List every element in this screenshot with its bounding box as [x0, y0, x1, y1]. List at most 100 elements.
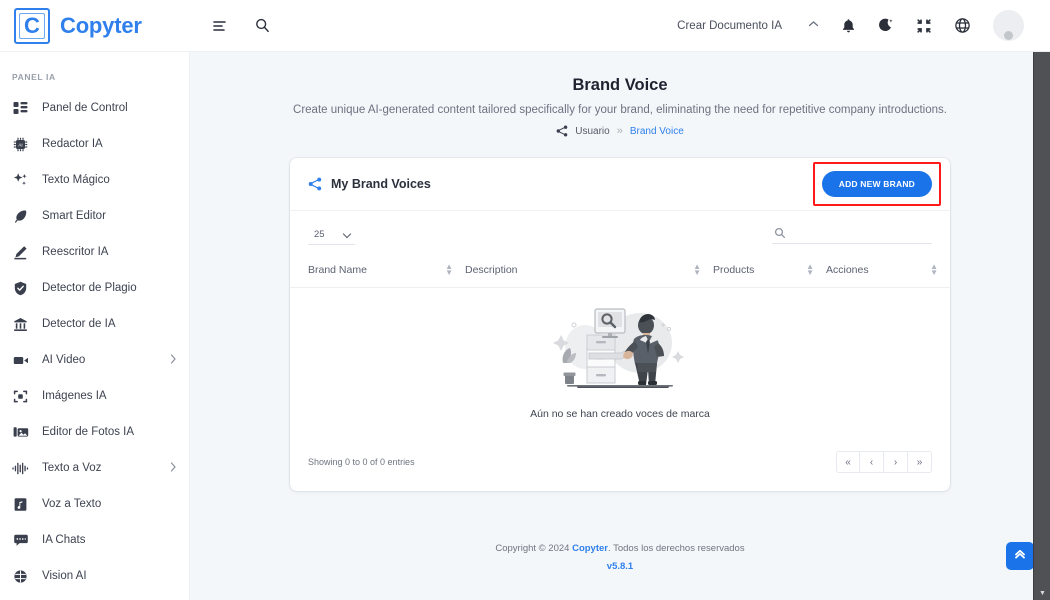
sort-icon[interactable]: ▲ ▼ — [806, 263, 826, 276]
sidebar-item-label: Editor de Fotos IA — [42, 426, 135, 438]
sidebar-item-voz-a-texto[interactable]: Voz a Texto — [0, 486, 189, 522]
showing-entries-text: Showing 0 to 0 of 0 entries — [308, 457, 415, 467]
page-length-select[interactable]: 25 — [308, 226, 355, 245]
copyright-line: Copyright © 2024 Copyter. Todos los dere… — [190, 543, 1050, 554]
empty-state: Aún no se han creado voces de marca — [290, 288, 950, 445]
sidebar-item-label: Voz a Texto — [42, 498, 102, 510]
brand-logo-block[interactable]: C Copyter — [0, 7, 190, 44]
sidebar-item-detector-de-ia[interactable]: Detector de IA — [0, 306, 189, 342]
top-navbar: C Copyter Crear Documento IA — [0, 0, 1050, 52]
chat-icon — [12, 532, 29, 549]
add-brand-button-wrapper: ADD NEW BRAND — [812, 162, 941, 206]
sidebar-item-ia-chats[interactable]: IA Chats — [0, 522, 189, 558]
page-footer: Copyright © 2024 Copyter. Todos los dere… — [190, 543, 1050, 572]
avatar[interactable] — [993, 10, 1024, 41]
card-title: My Brand Voices — [331, 177, 431, 191]
page-header: Brand Voice Create unique AI-generated c… — [190, 52, 1050, 137]
table-header-row: Brand Name ▲ ▼ Description ▲ ▼ Products … — [290, 251, 950, 288]
feather-icon — [12, 208, 29, 225]
sparkles-icon — [12, 172, 29, 189]
logo-letter: C — [24, 12, 40, 38]
sidebar-section-label: PANEL IA — [12, 72, 56, 82]
topbar-left-icons — [190, 17, 271, 34]
logo-square-icon: C — [14, 7, 50, 44]
column-products[interactable]: Products ▲ ▼ — [713, 251, 826, 288]
copyright-brand[interactable]: Copyter — [572, 543, 608, 554]
column-label: Acciones — [826, 264, 869, 276]
column-brand-name[interactable]: Brand Name ▲ ▼ — [290, 251, 465, 288]
main-content: Brand Voice Create unique AI-generated c… — [190, 52, 1050, 600]
breadcrumb-root[interactable]: Usuario — [575, 126, 609, 137]
breadcrumb-current[interactable]: Brand Voice — [630, 126, 684, 137]
browser-scrollbar[interactable]: ▲ ▼ — [1033, 0, 1050, 600]
empty-state-message: Aún no se han creado voces de marca — [530, 408, 710, 420]
sidebar-item-label: Vision AI — [42, 570, 87, 582]
share-nodes-icon — [556, 125, 568, 137]
column-label: Products — [713, 264, 755, 276]
search-input[interactable] — [793, 227, 930, 239]
table-body: Aún no se han creado voces de marca — [290, 288, 950, 446]
ai-chip-icon: AI — [12, 136, 29, 153]
sidebar-item-texto-magico[interactable]: Texto Mágico — [0, 162, 189, 198]
sidebar: PANEL IA Panel de Control AI Redactor IA… — [0, 52, 190, 600]
scrollbar-down-arrow-icon[interactable]: ▼ — [1034, 586, 1050, 600]
globe-icon[interactable] — [954, 17, 971, 34]
prev-page-button[interactable]: ‹ — [860, 451, 884, 473]
sort-icon[interactable]: ▲ ▼ — [693, 263, 713, 276]
moon-icon[interactable] — [878, 18, 894, 34]
double-chevron-up-icon — [1013, 547, 1027, 566]
first-page-button[interactable]: « — [836, 451, 860, 473]
sidebar-item-imagenes-ia[interactable]: Imágenes IA — [0, 378, 189, 414]
sidebar-item-ai-video[interactable]: AI Video — [0, 342, 189, 378]
column-description[interactable]: Description ▲ ▼ — [465, 251, 713, 288]
share-nodes-icon — [308, 177, 322, 191]
audio-file-icon — [12, 496, 29, 513]
sidebar-item-smart-editor[interactable]: Smart Editor — [0, 198, 189, 234]
search-icon[interactable] — [254, 17, 271, 34]
shield-check-icon — [12, 280, 29, 297]
sidebar-item-label: Detector de IA — [42, 318, 116, 330]
scroll-to-top-button[interactable] — [1006, 542, 1034, 570]
crear-documento-ia-menu[interactable]: Crear Documento IA — [677, 20, 819, 32]
crear-documento-label: Crear Documento IA — [677, 19, 782, 32]
sidebar-item-panel-de-control[interactable]: Panel de Control — [0, 90, 189, 126]
bank-icon — [12, 316, 29, 333]
sidebar-item-texto-a-voz[interactable]: Texto a Voz — [0, 450, 189, 486]
page-length-wrapper: 25 — [308, 224, 355, 245]
brand-voices-card: My Brand Voices ADD NEW BRAND 25 Brand N… — [290, 158, 950, 491]
sidebar-item-label: Reescritor IA — [42, 246, 109, 258]
sidebar-item-detector-de-plagio[interactable]: Detector de Plagio — [0, 270, 189, 306]
page-subtitle: Create unique AI-generated content tailo… — [293, 104, 947, 116]
breadcrumb-separator: » — [616, 125, 623, 137]
next-page-button[interactable]: › — [884, 451, 908, 473]
sidebar-item-label: IA Chats — [42, 534, 86, 546]
video-camera-icon — [12, 352, 29, 369]
topbar-right-icons: Crear Documento IA — [677, 10, 1050, 41]
column-acciones[interactable]: Acciones ▲ ▼ — [826, 251, 950, 288]
pencil-icon — [12, 244, 29, 261]
sidebar-item-label: AI Video — [42, 354, 86, 366]
add-new-brand-button[interactable]: ADD NEW BRAND — [821, 171, 932, 197]
waveform-icon — [12, 460, 29, 477]
sidebar-item-redactor-ia[interactable]: AI Redactor IA — [0, 126, 189, 162]
sort-icon[interactable]: ▲ ▼ — [930, 263, 950, 276]
list-menu-icon[interactable] — [212, 18, 228, 34]
sidebar-item-label: Redactor IA — [42, 138, 103, 150]
column-label: Brand Name — [308, 264, 367, 276]
chevron-right-icon — [170, 353, 177, 367]
copyright-prefix: Copyright © 2024 — [495, 543, 573, 554]
sidebar-item-reescritor-ia[interactable]: Reescritor IA — [0, 234, 189, 270]
compress-icon[interactable] — [916, 18, 932, 34]
sidebar-item-label: Imágenes IA — [42, 390, 107, 402]
bell-icon[interactable] — [841, 18, 856, 34]
sidebar-item-vision-ai[interactable]: Vision AI — [0, 558, 189, 594]
sidebar-item-editor-de-fotos-ia[interactable]: Editor de Fotos IA — [0, 414, 189, 450]
sort-icon[interactable]: ▲ ▼ — [445, 263, 465, 276]
copyright-suffix: . Todos los derechos reservados — [608, 543, 745, 554]
table-head: Brand Name ▲ ▼ Description ▲ ▼ Products … — [290, 251, 950, 288]
table-search[interactable] — [772, 225, 932, 244]
brain-icon — [12, 568, 29, 585]
last-page-button[interactable]: » — [908, 451, 932, 473]
sidebar-item-label: Texto a Voz — [42, 462, 102, 474]
chevron-up-icon[interactable] — [808, 20, 819, 31]
